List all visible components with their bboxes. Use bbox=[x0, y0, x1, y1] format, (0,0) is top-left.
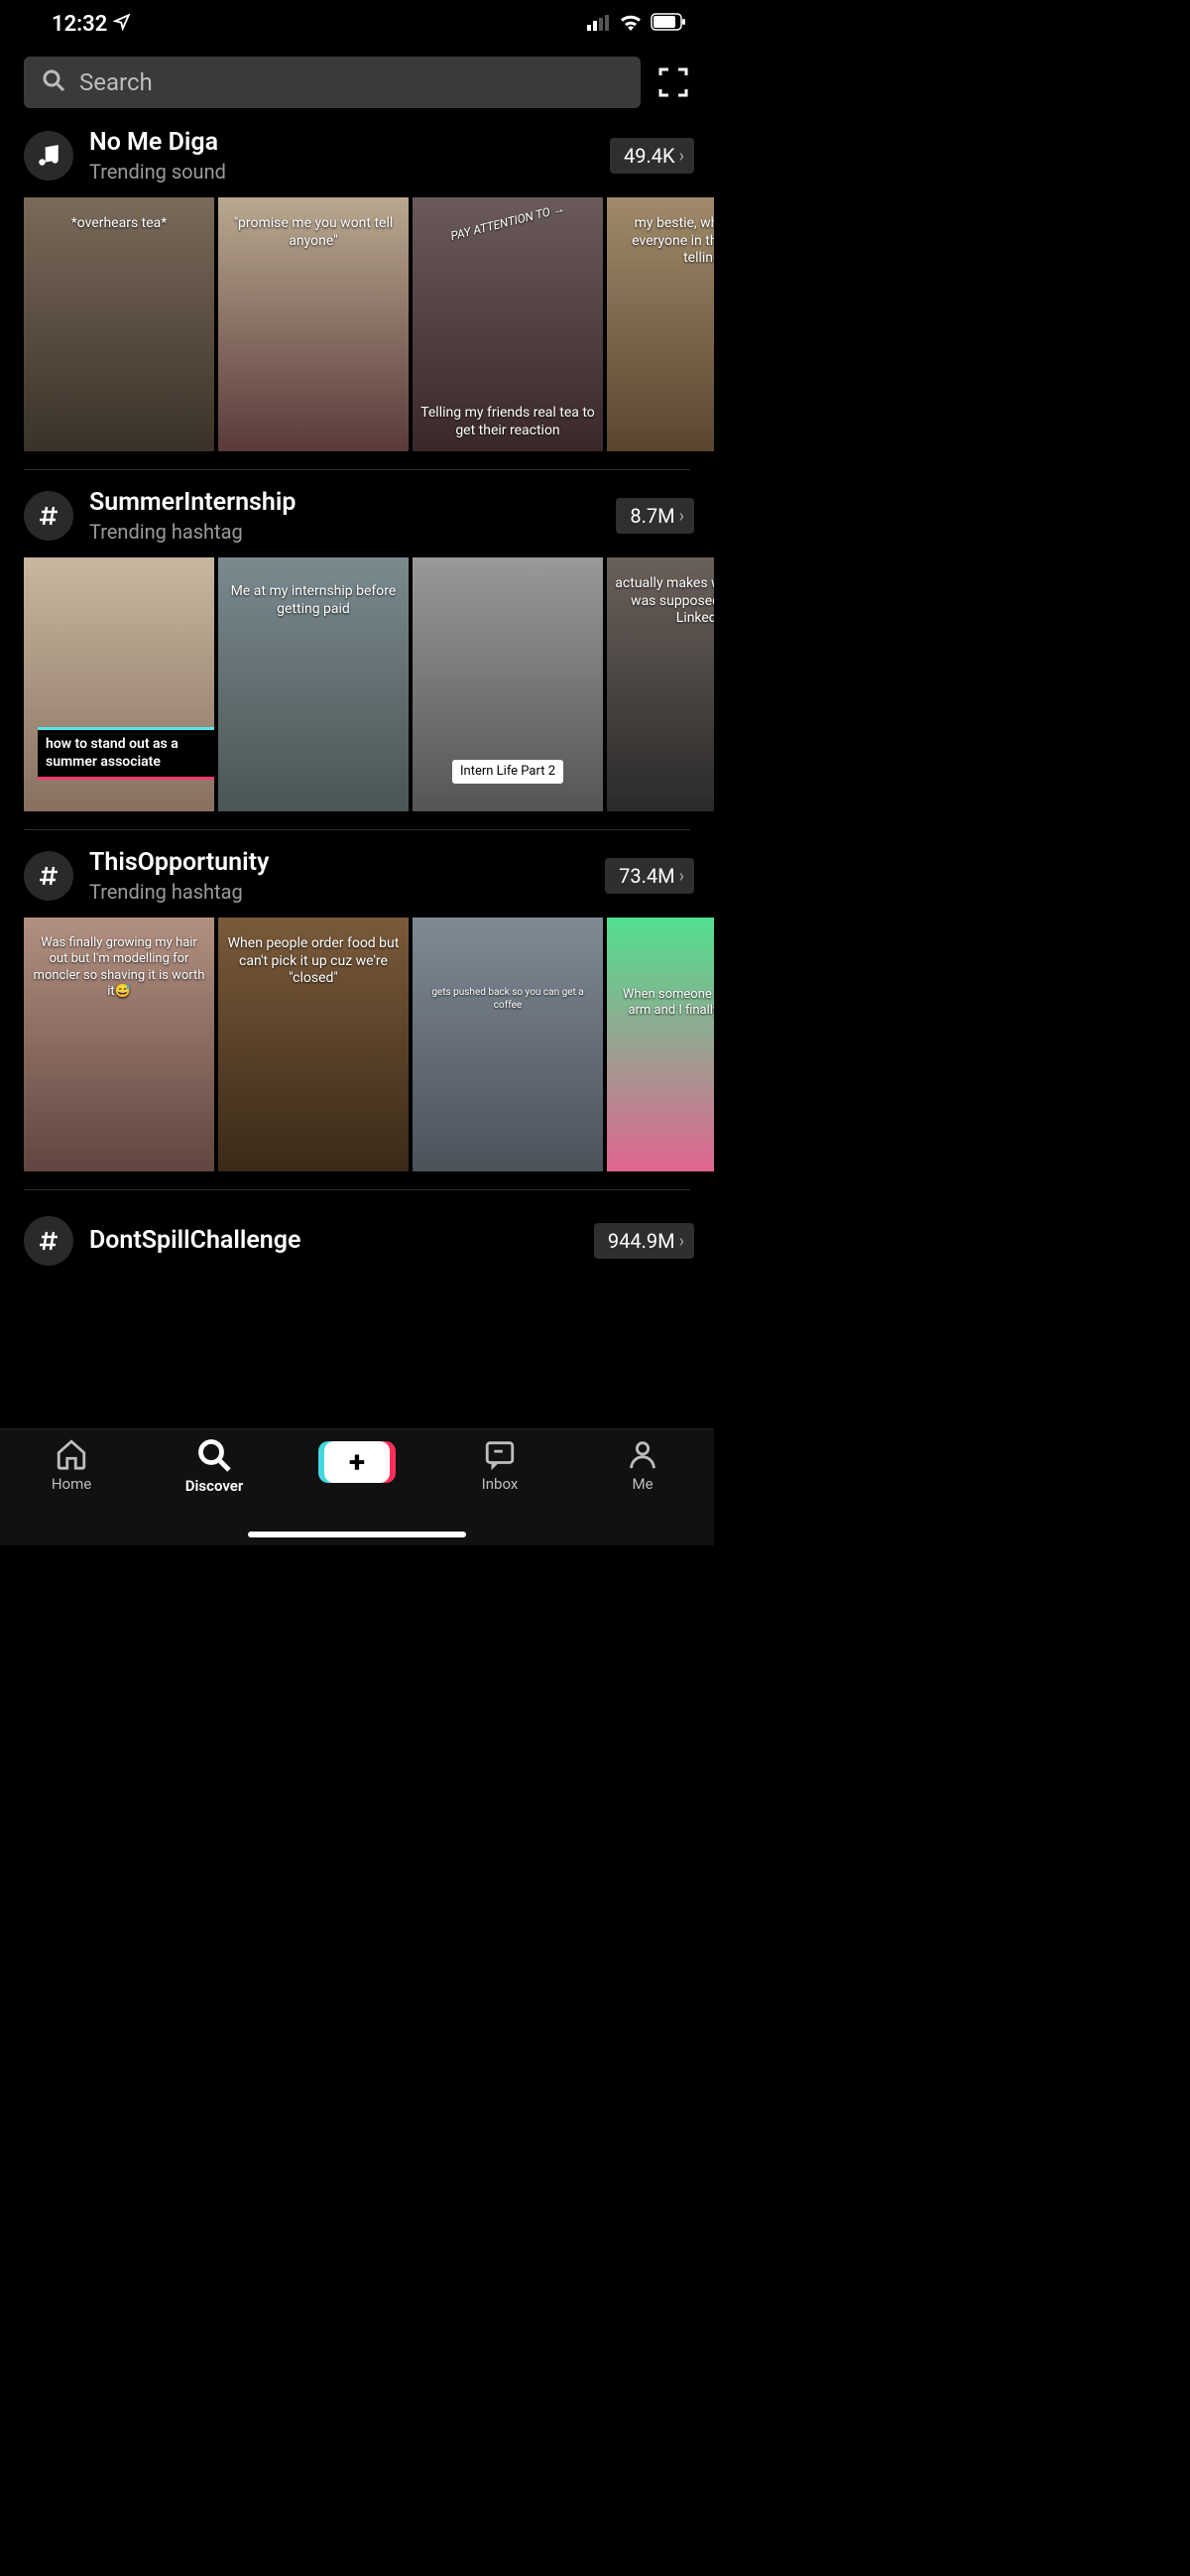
section-title: SummerInternship bbox=[89, 488, 600, 518]
search-placeholder: Search bbox=[79, 68, 153, 96]
section-text: ThisOpportunity Trending hashtag bbox=[89, 848, 589, 904]
wifi-icon bbox=[619, 12, 643, 37]
video-tile[interactable]: When someone brushes my arm and I finall… bbox=[607, 918, 714, 1171]
video-row[interactable]: how to stand out as a summer associate M… bbox=[0, 553, 714, 825]
video-tile[interactable]: gets pushed back so you can get a coffee bbox=[413, 918, 603, 1171]
section-text: SummerInternship Trending hashtag bbox=[89, 488, 600, 544]
count-value: 8.7M bbox=[630, 504, 674, 528]
music-icon bbox=[24, 131, 73, 181]
search-input[interactable]: Search bbox=[24, 57, 641, 108]
video-tile[interactable]: Intern Life Part 2 bbox=[413, 557, 603, 811]
section-title: No Me Diga bbox=[89, 128, 594, 158]
scan-icon[interactable] bbox=[656, 65, 690, 99]
section-header-hashtag[interactable]: SummerInternship Trending hashtag 8.7M › bbox=[0, 482, 714, 553]
location-icon bbox=[113, 13, 131, 36]
section-text: DontSpillChallenge bbox=[89, 1226, 578, 1256]
video-tile[interactable]: how to stand out as a summer associate bbox=[24, 557, 214, 811]
status-bar: 12:32 bbox=[0, 0, 714, 45]
hashtag-icon bbox=[24, 851, 73, 901]
search-row: Search bbox=[0, 45, 714, 122]
section-header-hashtag[interactable]: DontSpillChallenge 944.9M › bbox=[0, 1202, 714, 1276]
video-row[interactable]: *overhears tea* "promise me you wont tel… bbox=[0, 193, 714, 465]
tab-label: Home bbox=[52, 1475, 91, 1493]
tab-label: Inbox bbox=[482, 1475, 519, 1493]
cellular-icon bbox=[587, 12, 611, 37]
video-caption: actually makes work when it was supposed… bbox=[615, 575, 714, 628]
tab-home[interactable]: Home bbox=[12, 1437, 131, 1493]
count-value: 73.4M bbox=[619, 864, 674, 888]
video-caption-top: PAY ATTENTION TO → bbox=[421, 197, 594, 251]
tab-create[interactable]: + bbox=[298, 1437, 416, 1483]
count-badge[interactable]: 8.7M › bbox=[616, 498, 694, 534]
search-icon bbox=[42, 68, 65, 96]
divider bbox=[24, 469, 690, 470]
tab-discover[interactable]: Discover bbox=[155, 1437, 274, 1495]
video-caption: Intern Life Part 2 bbox=[452, 760, 563, 784]
divider bbox=[24, 829, 690, 830]
video-caption: When people order food but can't pick it… bbox=[226, 935, 401, 988]
tab-me[interactable]: Me bbox=[583, 1437, 702, 1493]
video-caption: my bestie, who knows everyone in the sch… bbox=[615, 215, 714, 268]
video-caption: how to stand out as a summer associate bbox=[38, 727, 214, 780]
video-tile[interactable]: Was finally growing my hair out but I'm … bbox=[24, 918, 214, 1171]
section-title: DontSpillChallenge bbox=[89, 1226, 578, 1256]
hashtag-icon bbox=[24, 491, 73, 541]
chevron-right-icon: › bbox=[679, 1231, 684, 1252]
tab-inbox[interactable]: Inbox bbox=[440, 1437, 559, 1493]
video-tile[interactable]: PAY ATTENTION TO → Telling my friends re… bbox=[413, 197, 603, 451]
bottom-tab-bar: Home Discover + Inbox Me bbox=[0, 1428, 714, 1545]
video-row[interactable]: Was finally growing my hair out but I'm … bbox=[0, 914, 714, 1185]
count-value: 944.9M bbox=[608, 1229, 675, 1253]
chevron-right-icon: › bbox=[679, 146, 684, 167]
chevron-right-icon: › bbox=[679, 506, 684, 527]
count-badge[interactable]: 49.4K › bbox=[610, 138, 694, 174]
section-text: No Me Diga Trending sound bbox=[89, 128, 594, 184]
video-caption: *overhears tea* bbox=[32, 215, 206, 233]
count-badge[interactable]: 944.9M › bbox=[594, 1223, 694, 1259]
video-caption: Was finally growing my hair out but I'm … bbox=[32, 935, 206, 1000]
video-tile[interactable]: actually makes work when it was supposed… bbox=[607, 557, 714, 811]
video-caption: Me at my internship before getting paid bbox=[226, 583, 401, 618]
count-badge[interactable]: 73.4M › bbox=[605, 858, 694, 894]
plus-icon: + bbox=[324, 1441, 390, 1483]
video-tile[interactable]: my bestie, who knows everyone in the sch… bbox=[607, 197, 714, 451]
hashtag-icon bbox=[24, 1216, 73, 1266]
section-header-sound[interactable]: No Me Diga Trending sound 49.4K › bbox=[0, 122, 714, 193]
video-caption: "promise me you wont tell anyone" bbox=[226, 215, 401, 250]
video-tile[interactable]: "promise me you wont tell anyone" bbox=[218, 197, 409, 451]
section-sub: Trending sound bbox=[89, 160, 594, 184]
tab-label: Me bbox=[632, 1475, 653, 1493]
video-tile[interactable]: When people order food but can't pick it… bbox=[218, 918, 409, 1171]
video-tile[interactable]: *overhears tea* bbox=[24, 197, 214, 451]
section-title: ThisOpportunity bbox=[89, 848, 589, 878]
section-header-hashtag[interactable]: ThisOpportunity Trending hashtag 73.4M › bbox=[0, 842, 714, 914]
home-indicator[interactable] bbox=[248, 1532, 466, 1537]
status-time: 12:32 bbox=[52, 12, 107, 37]
chevron-right-icon: › bbox=[679, 866, 684, 887]
battery-icon bbox=[651, 12, 686, 37]
tab-label: Discover bbox=[185, 1477, 243, 1495]
section-sub: Trending hashtag bbox=[89, 880, 589, 904]
video-caption: Telling my friends real tea to get their… bbox=[420, 405, 595, 439]
video-tile[interactable]: Me at my internship before getting paid bbox=[218, 557, 409, 811]
section-sub: Trending hashtag bbox=[89, 520, 600, 544]
video-caption: gets pushed back so you can get a coffee bbox=[420, 987, 595, 1012]
count-value: 49.4K bbox=[624, 144, 675, 168]
divider bbox=[24, 1189, 690, 1190]
status-right bbox=[587, 12, 686, 37]
video-caption: When someone brushes my arm and I finall… bbox=[615, 987, 714, 1020]
status-left: 12:32 bbox=[52, 12, 131, 37]
